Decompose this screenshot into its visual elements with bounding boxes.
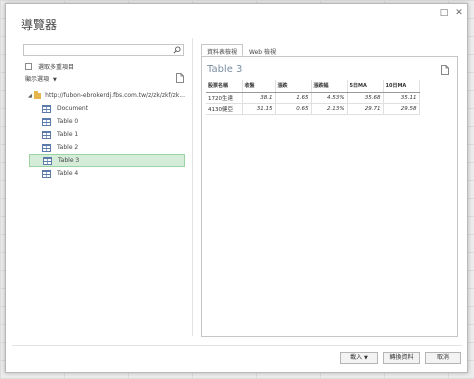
tree-item-document[interactable]: Document [28,102,185,115]
preview-tabs: 資料表檢視 Web 檢視 [201,44,282,56]
table-cell: 29.71 [347,103,384,115]
table-cell: 35.11 [383,92,420,104]
column-header: 5日MA [347,80,384,93]
display-options-dropdown[interactable]: 顯示選項 ▼ [25,74,57,83]
multi-select-label: 選取多重項目 [38,64,75,71]
tree-item-table-0[interactable]: Table 0 [28,115,185,128]
multi-select-option[interactable]: 選取多重項目 [25,62,74,71]
table-icon [43,156,52,165]
transform-data-button[interactable]: 轉換資料 [383,352,420,364]
table-cell: 1720生達 [206,92,243,104]
table-row: 4130健亞 31.15 0.65 2.13% 29.71 29.58 [206,103,420,115]
tree-item-label: Table 2 [57,144,79,151]
restore-button[interactable]: □ [438,7,450,19]
navigator-dialog: 導覽器 □ ✕ 選取多重項目 顯示選項 ▼ ◢ http://fubon-ebro… [5,3,468,373]
table-cell: 35.68 [347,92,384,104]
tree-item-label: Table 3 [58,157,80,164]
tree-item-table-2[interactable]: Table 2 [28,141,185,154]
table-row: 1720生達 38.1 1.65 4.53% 35.68 35.11 [206,92,420,104]
table-cell: 0.65 [275,103,312,115]
folder-icon [34,90,42,99]
chevron-down-icon: ▼ [53,77,57,83]
footer-divider [12,345,462,346]
tree-item-table-1[interactable]: Table 1 [28,128,185,141]
table-header-row: 股票名稱 收盤 漲跌 漲跌幅 5日MA 10日MA [206,80,420,93]
load-button[interactable]: 載入 ▼ [340,352,378,364]
tree-item-table-3[interactable]: Table 3 [29,154,185,167]
column-header: 漲跌幅 [311,80,348,93]
table-cell: 31.15 [242,103,276,115]
table-icon [42,169,51,178]
tree-item-table-4[interactable]: Table 4 [28,167,185,180]
search-box [23,44,184,56]
cancel-button[interactable]: 取消 [425,352,461,364]
chevron-down-icon: ▼ [364,355,368,361]
close-button[interactable]: ✕ [453,7,465,19]
tree-item-label: Table 4 [57,170,79,177]
preview-table: 股票名稱 收盤 漲跌 漲跌幅 5日MA 10日MA 1720生達 38.1 1.… [206,80,420,115]
table-icon [42,130,51,139]
table-cell: 4.53% [311,92,348,104]
column-header: 10日MA [383,80,420,93]
column-header: 漲跌 [275,80,312,93]
column-header: 收盤 [242,80,276,93]
dialog-title: 導覽器 [21,18,58,32]
load-button-label: 載入 [350,354,363,361]
tab-table-view[interactable]: 資料表檢視 [201,44,244,56]
tree-root-label: http://fubon-ebrokerdj.fbs.com.tw/z/zk/z… [45,92,185,99]
tab-web-view[interactable]: Web 檢視 [243,44,282,56]
navigator-tree: ◢ http://fubon-ebrokerdj.fbs.com.tw/z/zk… [28,89,185,180]
preview-pane: Table 3 股票名稱 收盤 漲跌 漲跌幅 5日MA 10日MA 1720生達… [201,56,458,337]
column-header: 股票名稱 [206,80,243,93]
table-cell: 2.13% [311,103,348,115]
table-cell: 29.58 [383,103,420,115]
display-options-label: 顯示選項 [25,76,50,83]
refresh-document-icon[interactable] [176,73,184,83]
multi-select-checkbox[interactable] [25,63,32,70]
pane-splitter[interactable] [192,38,193,336]
table-cell: 38.1 [242,92,276,104]
table-cell: 1.65 [275,92,312,104]
tree-root-node[interactable]: ◢ http://fubon-ebrokerdj.fbs.com.tw/z/zk… [28,89,185,102]
export-document-icon[interactable] [441,65,449,75]
table-icon [42,143,51,152]
table-cell: 4130健亞 [206,103,243,115]
preview-title: Table 3 [207,64,243,75]
search-input[interactable] [24,45,169,55]
search-icon[interactable] [173,46,181,54]
tree-item-label: Table 1 [57,131,79,138]
tree-item-label: Document [57,105,89,112]
table-icon [42,104,51,113]
table-icon [42,117,51,126]
tree-item-label: Table 0 [57,118,79,125]
